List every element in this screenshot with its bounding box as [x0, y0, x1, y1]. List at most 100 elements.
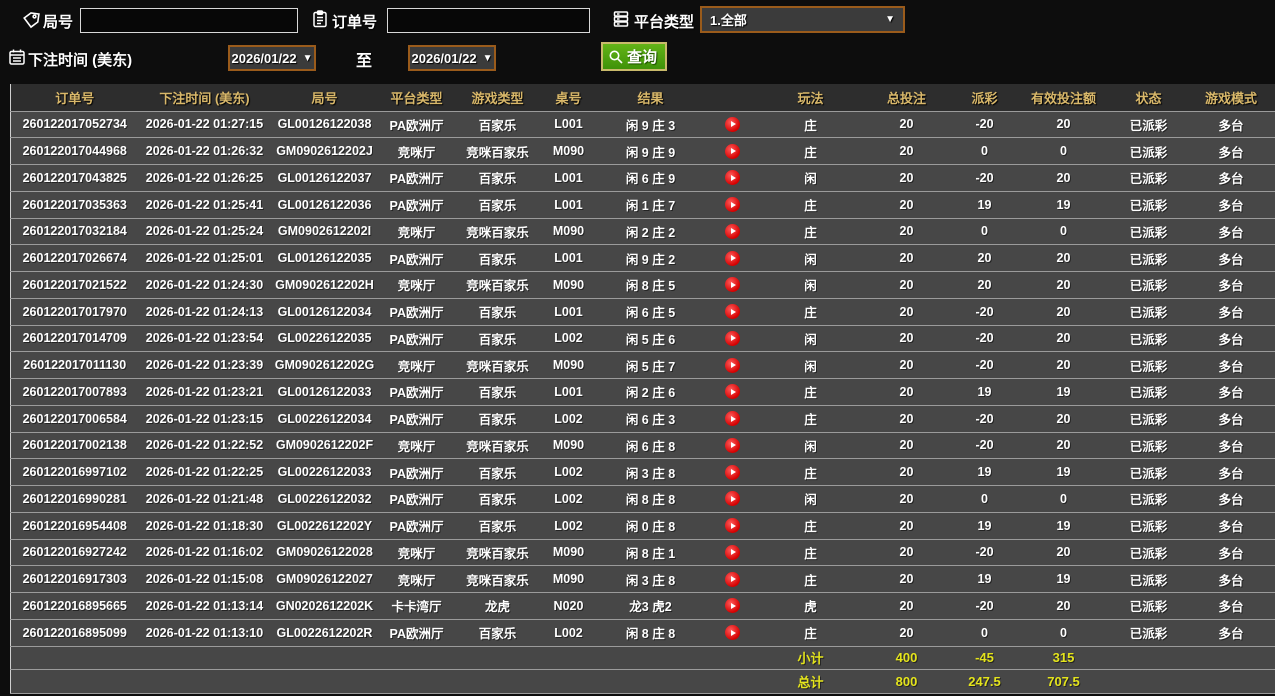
cell-status: 已派彩: [1110, 485, 1187, 513]
cell-table_no: M090: [540, 271, 597, 299]
cell-order: 260122017044968: [10, 137, 139, 165]
play-video-button[interactable]: [725, 411, 740, 427]
table-row: 260122017021522 2026-01-22 01:24:30 GM0902…: [10, 271, 1275, 299]
date-to-value: 2026/01/22: [411, 50, 477, 66]
cell-status: 已派彩: [1110, 244, 1187, 272]
cell-round: GL00226122035: [270, 325, 379, 353]
play-video-button[interactable]: [725, 598, 740, 614]
cell-valid_bet: 20: [1016, 244, 1111, 272]
cell-round: GL00226122034: [270, 405, 379, 433]
cell-total_bet: 20: [860, 298, 953, 326]
play-video-button[interactable]: [725, 170, 740, 186]
cell-table_no: L001: [540, 164, 597, 192]
cell-time: 2026-01-22 01:13:10: [138, 619, 271, 647]
query-button-label: 查询: [627, 49, 658, 66]
cell-result: 闲 5 庄 7: [596, 351, 705, 379]
order-number-label: 订单号: [332, 14, 378, 31]
calendar-icon: [8, 48, 26, 66]
play-video-button[interactable]: [725, 304, 740, 320]
query-button[interactable]: 查询: [601, 42, 668, 71]
cell-game: 竞咪百家乐: [454, 565, 541, 593]
cell-game: 百家乐: [454, 298, 541, 326]
play-cell: [704, 164, 761, 192]
cell-total_bet: 20: [860, 351, 953, 379]
date-to-select[interactable]: 2026/01/22 ▼: [408, 45, 496, 71]
play-video-button[interactable]: [725, 518, 740, 534]
table-row: 260122017026674 2026-01-22 01:25:01 GL0012…: [10, 244, 1275, 272]
column-header-6: 结果: [596, 84, 705, 112]
column-header-13: 游戏模式: [1186, 84, 1275, 112]
round-number-input[interactable]: [80, 8, 298, 33]
play-video-button[interactable]: [725, 143, 740, 159]
cell-result: 闲 0 庄 8: [596, 512, 705, 540]
cell-round: GM09026122028: [270, 539, 379, 567]
play-video-button[interactable]: [725, 223, 740, 239]
cell-order: 260122017052734: [10, 111, 139, 139]
play-video-button[interactable]: [725, 197, 740, 213]
cell-valid_bet: 20: [1016, 351, 1111, 379]
cell-table_no: M090: [540, 539, 597, 567]
play-video-button[interactable]: [725, 571, 740, 587]
cell-mode: 多台: [1186, 351, 1275, 379]
cell-total_bet: 20: [860, 271, 953, 299]
cell-total_bet: 20: [860, 137, 953, 165]
cell-order: 260122016927242: [10, 539, 139, 567]
cell-total_bet: 20: [860, 539, 953, 567]
cell-time: 2026-01-22 01:26:25: [138, 164, 271, 192]
platform-type-select[interactable]: 1.全部 ▼: [700, 6, 905, 33]
total-payout: 247.5: [952, 669, 1017, 694]
cell-time: 2026-01-22 01:22:25: [138, 458, 271, 486]
cell-result: 闲 2 庄 2: [596, 218, 705, 246]
play-video-button[interactable]: [725, 491, 740, 507]
cell-table_no: L002: [540, 485, 597, 513]
table-row: 260122017007893 2026-01-22 01:23:21 GL0012…: [10, 378, 1275, 406]
cell-result: 闲 6 庄 3: [596, 405, 705, 433]
cell-game: 竞咪百家乐: [454, 137, 541, 165]
cell-result: 闲 8 庄 8: [596, 619, 705, 647]
cell-platform: PA欧洲厅: [378, 458, 455, 486]
play-video-button[interactable]: [725, 625, 740, 641]
play-video-button[interactable]: [725, 544, 740, 560]
play-cell: [704, 458, 761, 486]
cell-time: 2026-01-22 01:23:54: [138, 325, 271, 353]
cell-round: GM0902612202G: [270, 351, 379, 379]
cell-mode: 多台: [1186, 378, 1275, 406]
cell-game: 竞咪百家乐: [454, 432, 541, 460]
cell-total_bet: 20: [860, 592, 953, 620]
play-video-button[interactable]: [725, 277, 740, 293]
column-header-3: 平台类型: [378, 84, 455, 112]
order-number-input[interactable]: [387, 8, 590, 33]
cell-mode: 多台: [1186, 458, 1275, 486]
cell-game: 百家乐: [454, 244, 541, 272]
play-video-button[interactable]: [725, 384, 740, 400]
cell-valid_bet: 19: [1016, 458, 1111, 486]
cell-status: 已派彩: [1110, 271, 1187, 299]
play-cell: [704, 619, 761, 647]
cell-result: 闲 8 庄 1: [596, 539, 705, 567]
play-cell: [704, 137, 761, 165]
cell-table_no: L001: [540, 244, 597, 272]
play-video-button[interactable]: [725, 250, 740, 266]
cell-order: 260122017014709: [10, 325, 139, 353]
cell-table_no: M090: [540, 351, 597, 379]
table-row: 260122017011130 2026-01-22 01:23:39 GM0902…: [10, 351, 1275, 379]
table-row: 260122016954408 2026-01-22 01:18:30 GL0022…: [10, 512, 1275, 540]
play-video-button[interactable]: [725, 116, 740, 132]
cell-total_bet: 20: [860, 244, 953, 272]
cell-status: 已派彩: [1110, 298, 1187, 326]
play-video-button[interactable]: [725, 330, 740, 346]
play-video-button[interactable]: [725, 464, 740, 480]
cell-mode: 多台: [1186, 325, 1275, 353]
play-cell: [704, 325, 761, 353]
date-from-select[interactable]: 2026/01/22 ▼: [228, 45, 316, 71]
play-video-button[interactable]: [725, 357, 740, 373]
cell-platform: PA欧洲厅: [378, 244, 455, 272]
cell-mode: 多台: [1186, 111, 1275, 139]
cell-order: 260122016895099: [10, 619, 139, 647]
play-video-button[interactable]: [725, 437, 740, 453]
column-header-1: 下注时间 (美东): [138, 84, 271, 112]
subtotal-valid-bet: 315: [1016, 645, 1111, 670]
cell-table_no: L001: [540, 378, 597, 406]
cell-platform: 竞咪厅: [378, 218, 455, 246]
play-cell: [704, 218, 761, 246]
